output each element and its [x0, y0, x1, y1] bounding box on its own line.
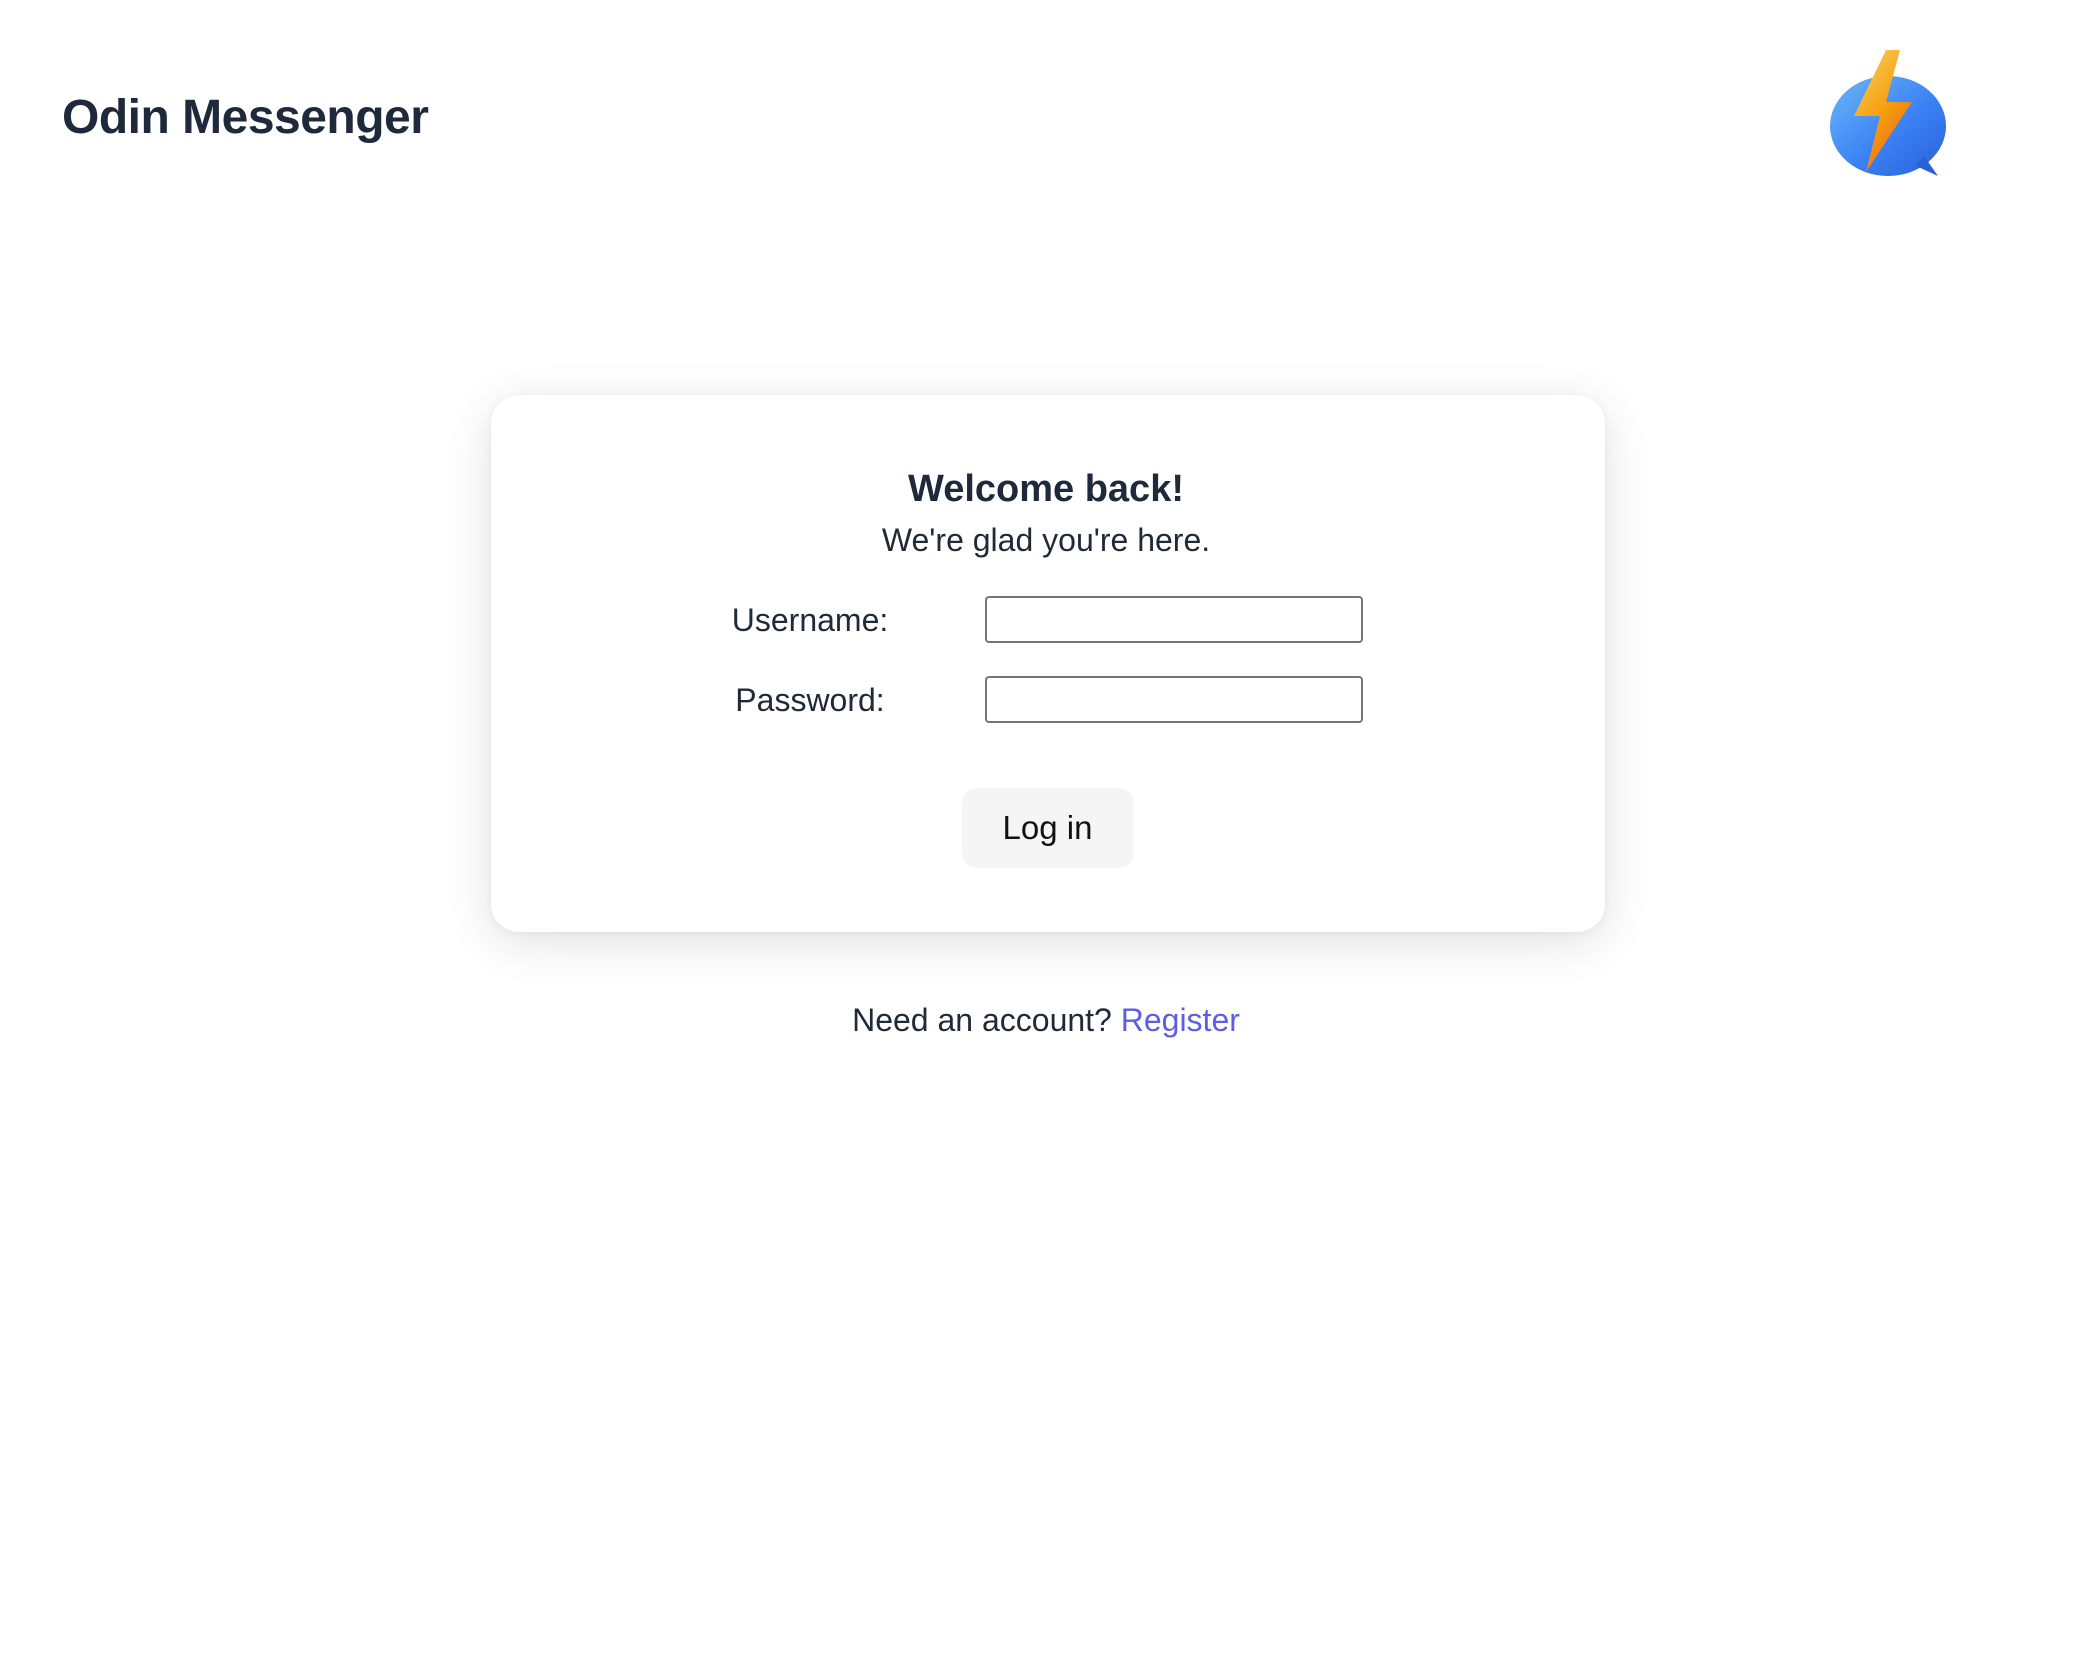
register-prompt-text: Need an account?	[852, 1002, 1112, 1038]
login-button[interactable]: Log in	[962, 788, 1133, 868]
welcome-subtitle: We're glad you're here.	[881, 522, 1211, 558]
password-input[interactable]	[985, 676, 1363, 723]
app-title: Odin Messenger	[62, 91, 429, 144]
lightning-chat-bubble-icon	[1830, 50, 1946, 176]
register-prompt: Need an account? Register	[0, 998, 2092, 1042]
register-link[interactable]: Register	[1121, 1002, 1240, 1038]
welcome-heading: Welcome back!	[908, 468, 1184, 510]
username-label: Username:	[731, 602, 889, 638]
username-input[interactable]	[985, 596, 1363, 643]
password-label: Password:	[735, 682, 885, 718]
app-header: Odin Messenger	[0, 0, 2092, 240]
login-page: Odin Messenger Welcome back! We're glad	[0, 0, 2092, 1658]
